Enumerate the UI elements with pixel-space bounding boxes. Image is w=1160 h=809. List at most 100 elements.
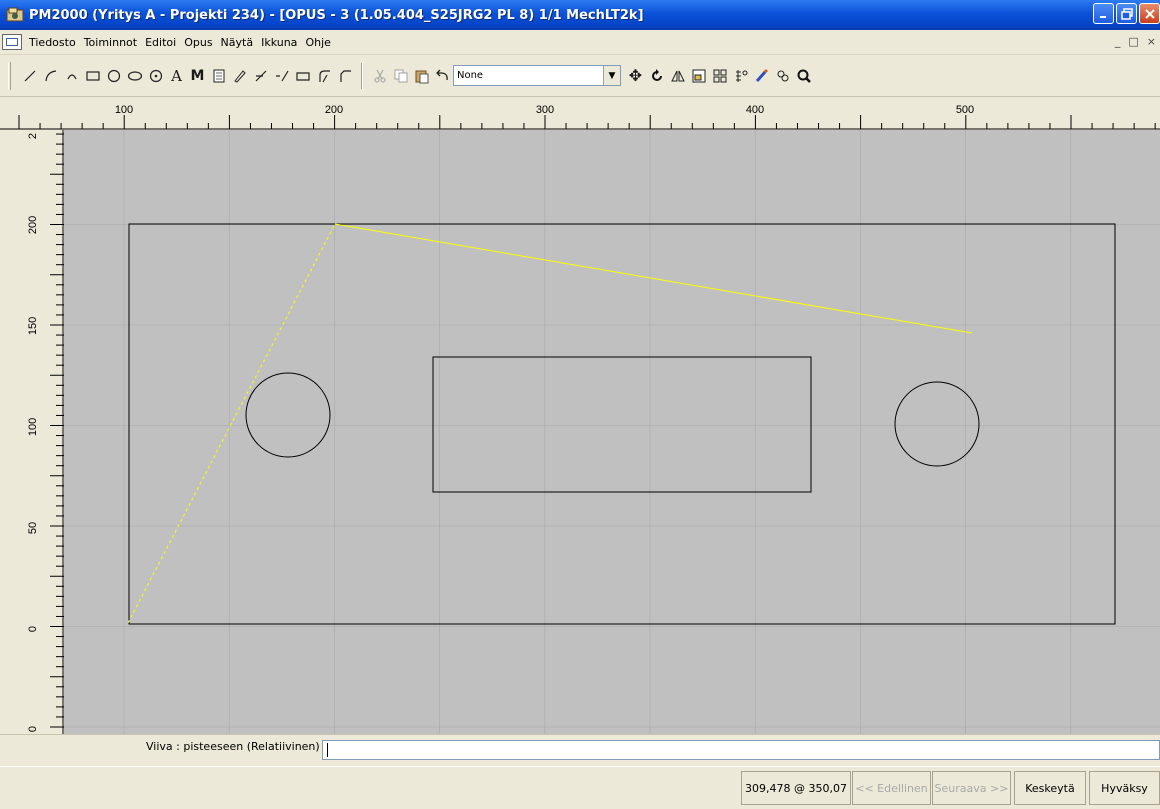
pm2000-app-icon (6, 7, 24, 22)
mirror-button[interactable] (667, 64, 688, 88)
command-input[interactable] (322, 740, 1160, 760)
mdi-close-button[interactable]: × (1147, 35, 1156, 48)
undo-icon (435, 69, 448, 80)
circle-tool-button[interactable] (103, 64, 124, 88)
arc2-tool-button[interactable] (61, 64, 82, 88)
window-title: PM2000 (Yritys A - Projekti 234) - [OPUS… (29, 7, 644, 23)
paste-icon (415, 70, 428, 83)
line-icon (24, 70, 35, 81)
rubberband-dashed-line (127, 223, 336, 624)
undo-button[interactable] (432, 64, 453, 88)
rectangle-icon (85, 70, 100, 81)
zoom-icon (797, 69, 811, 83)
restore-icon (1120, 7, 1133, 20)
ruler-label-bottom: 0 (27, 726, 39, 732)
ruler-label-v200: 200 (27, 216, 39, 234)
menu-editoi[interactable]: Editoi (141, 36, 180, 49)
zoom-button[interactable] (793, 64, 814, 88)
trim-tool-button[interactable] (250, 64, 271, 88)
title-bar: PM2000 (Yritys A - Projekti 234) - [OPUS… (0, 0, 1160, 30)
array-icon (713, 69, 726, 82)
next-button[interactable]: Seuraava >> (932, 771, 1011, 805)
close-button[interactable] (1139, 3, 1160, 24)
move-button[interactable]: ✥ (625, 64, 646, 88)
ruler-label-400: 400 (746, 104, 764, 116)
menu-ohje[interactable]: Ohje (301, 36, 334, 49)
accept-button[interactable]: Hyväksy (1089, 771, 1160, 805)
coordinates-readout: 309,478 @ 350,07 (741, 771, 851, 805)
pen-tool-button[interactable] (229, 64, 250, 88)
extend-icon (275, 70, 289, 81)
rubberband-line (334, 223, 973, 334)
hatch-icon (213, 69, 224, 82)
group-button[interactable] (772, 64, 793, 88)
grid (64, 130, 1160, 734)
drawing-canvas[interactable] (64, 130, 1160, 734)
previous-button[interactable]: << Edellinen (852, 771, 931, 805)
rotate-button[interactable] (646, 64, 667, 88)
snap-icon (735, 69, 747, 82)
properties-button[interactable] (751, 64, 772, 88)
circle-icon (107, 69, 120, 82)
horizontal-ruler: 100 200 300 400 500 (0, 97, 1160, 130)
ellipse-icon (127, 70, 142, 81)
command-bar: Viiva : pisteeseen (Relatiivinen) (0, 734, 1160, 766)
vertical-ruler: 2 200 150 100 50 0 0 (0, 130, 64, 734)
snap-button[interactable] (730, 64, 751, 88)
menu-toiminnot[interactable]: Toiminnot (80, 36, 141, 49)
ruler-label-top: 2 (27, 133, 39, 139)
mdi-minimize-button[interactable]: _ (1115, 35, 1121, 48)
hatch-tool-button[interactable] (208, 64, 229, 88)
properties-icon (755, 68, 768, 82)
line-tool-button[interactable] (19, 64, 40, 88)
text-tool-button[interactable]: A (166, 64, 187, 88)
inner-rectangle[interactable] (432, 356, 812, 493)
copy-button[interactable] (390, 64, 411, 88)
close-icon (1144, 8, 1155, 19)
cut-button[interactable] (369, 64, 390, 88)
minimize-button[interactable] (1093, 3, 1114, 24)
toolbar-grip[interactable] (8, 61, 11, 90)
copy-icon (394, 69, 407, 82)
paste-button[interactable] (411, 64, 432, 88)
arc-icon (44, 69, 56, 81)
outer-rectangle[interactable] (128, 223, 1116, 625)
document-icon[interactable] (2, 34, 22, 50)
text-caret (327, 743, 328, 757)
arc-tool-button[interactable] (40, 64, 61, 88)
rectangle-tool-button[interactable] (82, 64, 103, 88)
rect2-tool-button[interactable] (292, 64, 313, 88)
status-bar: 309,478 @ 350,07 << Edellinen Seuraava >… (0, 766, 1160, 809)
scale-icon (692, 69, 705, 82)
menu-opus[interactable]: Opus (180, 36, 216, 49)
mdi-restore-button[interactable]: □ (1128, 35, 1138, 48)
menu-bar: Tiedosto Toiminnot Editoi Opus Näytä Ikk… (0, 30, 1160, 55)
point-circle-icon (149, 69, 162, 82)
arc2-icon (66, 73, 77, 79)
trim-icon (255, 70, 266, 81)
left-circle[interactable] (245, 372, 331, 458)
minimize-icon (1099, 15, 1106, 18)
layer-select[interactable]: None ▼ (453, 65, 621, 86)
chamfer-tool-button[interactable] (334, 64, 355, 88)
mirror-icon (670, 70, 685, 81)
cancel-button[interactable]: Keskeytä (1014, 771, 1086, 805)
rect2-icon (295, 71, 310, 81)
chevron-down-icon[interactable]: ▼ (603, 66, 620, 85)
menu-tiedosto[interactable]: Tiedosto (25, 36, 80, 49)
menu-nayta[interactable]: Näytä (217, 36, 258, 49)
maximize-button[interactable] (1116, 3, 1137, 24)
toolbar-separator (361, 62, 363, 89)
array-button[interactable] (709, 64, 730, 88)
ellipse-tool-button[interactable] (124, 64, 145, 88)
extend-tool-button[interactable] (271, 64, 292, 88)
scale-button[interactable] (688, 64, 709, 88)
right-circle[interactable] (894, 381, 980, 467)
command-prompt-label: Viiva : pisteeseen (Relatiivinen) (146, 740, 320, 753)
ruler-label-300: 300 (536, 104, 554, 116)
point-circle-tool-button[interactable] (145, 64, 166, 88)
layer-select-value: None (457, 70, 484, 81)
measure-tool-button[interactable]: M (187, 64, 208, 88)
fillet-tool-button[interactable] (313, 64, 334, 88)
menu-ikkuna[interactable]: Ikkuna (257, 36, 301, 49)
